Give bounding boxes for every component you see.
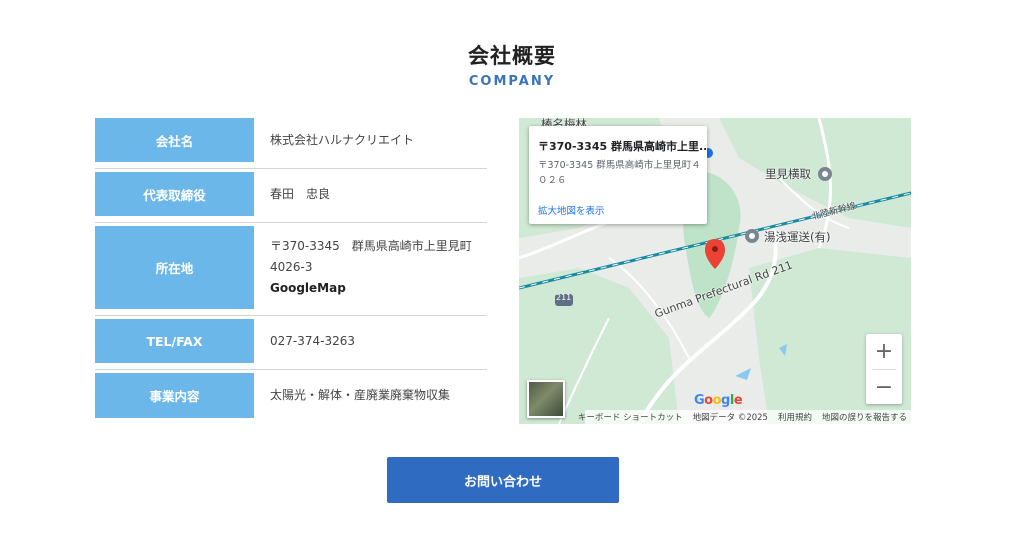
contact-button[interactable]: お問い合わせ xyxy=(387,457,619,503)
row-label: 代表取締役 xyxy=(95,172,254,216)
representative-text: 春田 忠良 xyxy=(270,186,331,201)
zoom-out-button[interactable]: − xyxy=(866,370,902,404)
zoom-in-button[interactable]: + xyxy=(866,334,902,368)
google-logo: Google xyxy=(694,393,743,408)
zoom-controls: + − xyxy=(866,334,902,404)
row-value: 春田 忠良 xyxy=(270,172,481,216)
row-value: 株式会社ハルナクリエイト xyxy=(270,118,481,162)
embedded-map[interactable]: 榛名梅林 里見横取 湯浅運送(有) 北陸新幹線 Gunma Prefectura… xyxy=(519,118,911,424)
satellite-toggle-button[interactable] xyxy=(527,380,565,418)
table-row: 所在地 〒370-3345 群馬県高崎市上里見町 4026-3 GoogleMa… xyxy=(95,226,487,316)
map-info-popup: 〒370-3345 群馬県高崎市上里... 〒370-3345 群馬県高崎市上里… xyxy=(529,126,707,224)
section-title: 会社概要 xyxy=(468,44,556,68)
row-value: 027-374-3263 xyxy=(270,319,481,363)
table-row: 代表取締役 春田 忠良 xyxy=(95,172,487,223)
table-row: TEL/FAX 027-374-3263 xyxy=(95,319,487,370)
terms-link[interactable]: 利用規約 xyxy=(778,411,812,423)
poi-label[interactable]: 里見横取 xyxy=(765,166,811,182)
section-subtitle: COMPANY xyxy=(468,74,556,89)
address-line-2: 4026-3 xyxy=(270,260,313,274)
view-larger-map-link[interactable]: 拡大地図を表示 xyxy=(538,203,605,217)
keyboard-shortcuts-link[interactable]: キーボード ショートカット xyxy=(578,411,683,423)
row-value: 〒370-3345 群馬県高崎市上里見町 4026-3 GoogleMap xyxy=(270,226,481,309)
table-row: 事業内容 太陽光・解体・産廃業廃棄物収集 xyxy=(95,373,487,420)
report-error-link[interactable]: 地図の誤りを報告する xyxy=(822,411,907,423)
row-label: TEL/FAX xyxy=(95,319,254,363)
googlemap-link[interactable]: GoogleMap xyxy=(270,278,481,299)
row-label: 事業内容 xyxy=(95,373,254,418)
poi-label[interactable]: 湯浅運送(有) xyxy=(764,229,830,245)
popup-title: 〒370-3345 群馬県高崎市上里... xyxy=(538,140,706,153)
row-label: 所在地 xyxy=(95,226,254,309)
route-shield: 211 xyxy=(556,293,572,302)
map-attribution: キーボード ショートカット 地図データ ©2025 利用規約 地図の誤りを報告す… xyxy=(578,410,911,424)
table-row: 会社名 株式会社ハルナクリエイト xyxy=(95,118,487,169)
row-label: 会社名 xyxy=(95,118,254,162)
business-text: 太陽光・解体・産廃業廃棄物収集 xyxy=(270,388,451,402)
phone-text: 027-374-3263 xyxy=(270,333,356,348)
company-name-text: 株式会社ハルナクリエイト xyxy=(270,132,415,147)
address-line-1: 〒370-3345 群馬県高崎市上里見町 xyxy=(270,239,472,253)
popup-address: 〒370-3345 群馬県高崎市上里見町４０２６ xyxy=(538,160,701,186)
row-value: 太陽光・解体・産廃業廃棄物収集 xyxy=(270,373,481,418)
map-data-text: 地図データ ©2025 xyxy=(692,413,768,423)
